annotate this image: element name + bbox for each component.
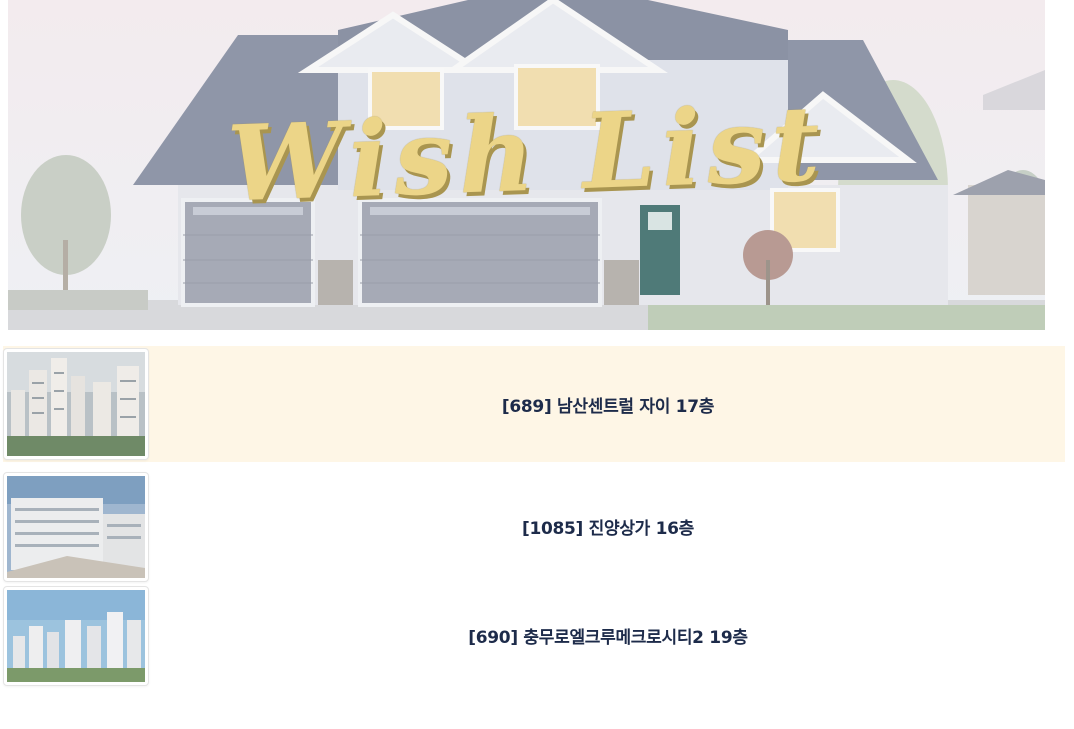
apartment-photo-2 <box>7 475 145 578</box>
apartment-photo-1 <box>7 352 145 456</box>
wishlist-banner: Wish List <box>8 0 1045 330</box>
wishlist-item[interactable]: [690] 충무로엘크루메크로시티2 19층 <box>3 584 1065 687</box>
wishlist-item[interactable]: [689] 남산센트럴 자이 17층 <box>3 346 1065 462</box>
item-thumbnail[interactable] <box>3 585 151 686</box>
thumbnail-frame <box>3 471 149 582</box>
item-thumbnail[interactable] <box>3 348 151 460</box>
apartment-photo-3 <box>7 589 145 682</box>
item-thumbnail[interactable] <box>3 471 151 582</box>
thumbnail-frame <box>3 585 149 686</box>
house-banner-image <box>8 0 1045 330</box>
wishlist: [689] 남산센트럴 자이 17층 [1085] 진양상가 16층 [690]… <box>3 346 1065 687</box>
item-label[interactable]: [689] 남산센트럴 자이 17층 <box>151 392 1065 417</box>
item-label[interactable]: [1085] 진양상가 16층 <box>151 514 1065 539</box>
item-label[interactable]: [690] 충무로엘크루메크로시티2 19층 <box>151 623 1065 648</box>
thumbnail-frame <box>3 348 149 460</box>
wishlist-item[interactable]: [1085] 진양상가 16층 <box>3 469 1065 584</box>
